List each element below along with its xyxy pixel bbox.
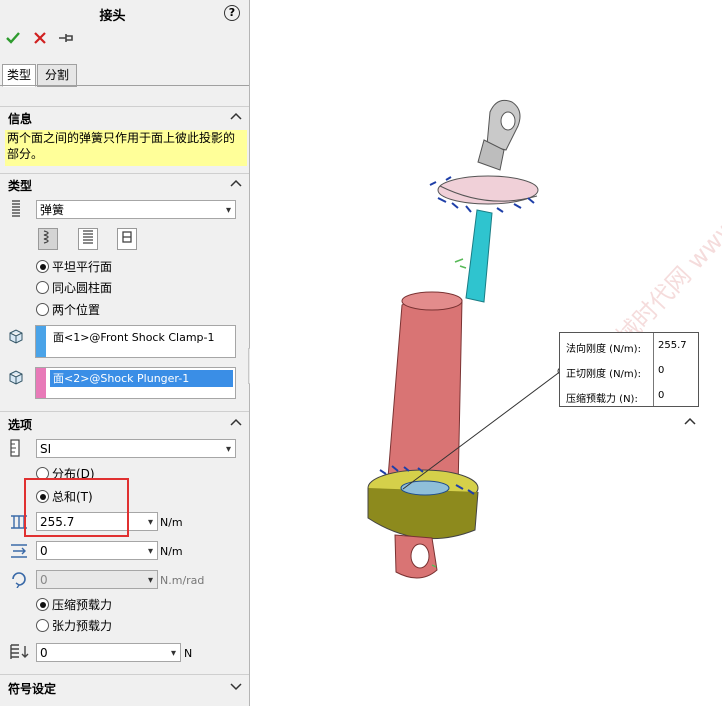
face2-color-bar bbox=[36, 368, 46, 398]
face-option-flat[interactable]: 平坦平行面 bbox=[36, 258, 112, 275]
spring-extension-button[interactable] bbox=[78, 228, 98, 250]
preload-option-tension[interactable]: 张力预载力 bbox=[36, 617, 112, 634]
callout-value-tangential: 0 bbox=[658, 365, 665, 376]
spring-icon bbox=[43, 230, 49, 244]
rotational-stiffness-icon bbox=[9, 570, 29, 591]
tab-type[interactable]: 类型 bbox=[2, 64, 36, 87]
section-divider bbox=[0, 674, 249, 675]
highlight-annotation-box bbox=[24, 478, 129, 537]
chevron-down-icon: ▾ bbox=[147, 517, 153, 528]
chevron-down-icon: ▾ bbox=[147, 546, 153, 557]
chevron-down-icon: ▾ bbox=[225, 205, 231, 216]
preload-unit: N bbox=[184, 647, 193, 660]
normal-stiffness-unit: N/m bbox=[160, 516, 183, 529]
cancel-button[interactable] bbox=[34, 32, 46, 47]
callout-collapse-icon[interactable] bbox=[684, 414, 696, 428]
spring-callout-table: 法向刚度 (N/m): 255.7 正切刚度 (N/m): 0 压缩预载力 (N… bbox=[559, 332, 699, 407]
options-section-header: 选项 bbox=[8, 418, 33, 432]
collapse-type-icon[interactable] bbox=[230, 177, 242, 190]
face2-value[interactable]: 面<2>@Shock Plunger-1 bbox=[50, 370, 233, 387]
pin-button[interactable] bbox=[58, 31, 74, 48]
section-divider bbox=[0, 411, 249, 412]
callout-label-tangential: 正切刚度 (N/m): bbox=[566, 369, 641, 380]
top-eyelet bbox=[477, 99, 521, 171]
face-cube-icon bbox=[8, 328, 24, 347]
callout-value-preload: 0 bbox=[658, 390, 665, 401]
spring-compression-button[interactable] bbox=[38, 228, 58, 250]
section-divider bbox=[0, 173, 249, 174]
radio-button[interactable] bbox=[36, 619, 49, 632]
rotational-stiffness-value: 0 bbox=[40, 573, 48, 587]
face1-color-bar bbox=[36, 326, 46, 357]
tangential-stiffness-icon bbox=[9, 542, 29, 563]
tangential-stiffness-unit: N/m bbox=[160, 545, 183, 558]
rotational-stiffness-input[interactable]: 0 ▾ bbox=[36, 570, 158, 589]
preload-option-compression[interactable]: 压缩预载力 bbox=[36, 596, 112, 613]
close-icon bbox=[34, 32, 46, 44]
callout-label-preload: 压缩预载力 (N): bbox=[566, 394, 638, 405]
radio-button[interactable] bbox=[36, 598, 49, 611]
section-divider bbox=[0, 106, 249, 107]
property-manager-panel: 接头 ? 类型 分割 信息 两个面之间的弹簧只作用于面上彼此投影的部分。 类型 … bbox=[0, 0, 250, 706]
rotational-stiffness-unit: N.m/rad bbox=[160, 574, 205, 587]
collapse-info-icon[interactable] bbox=[230, 110, 242, 123]
ok-button[interactable] bbox=[6, 31, 20, 48]
spring-type-icon bbox=[9, 200, 23, 221]
unit-system-value: SI bbox=[40, 442, 52, 456]
spring-torsion-icon bbox=[122, 231, 132, 243]
face-option-two-locations[interactable]: 两个位置 bbox=[36, 301, 100, 318]
tab-split[interactable]: 分割 bbox=[37, 64, 77, 87]
callout-label-normal: 法向刚度 (N/m): bbox=[566, 344, 641, 355]
type-section-header: 类型 bbox=[8, 179, 33, 193]
units-icon bbox=[10, 439, 20, 460]
preload-input[interactable]: 0 ▾ bbox=[36, 643, 181, 662]
chevron-down-icon: ▾ bbox=[170, 648, 176, 659]
spring-torsion-button[interactable] bbox=[117, 228, 137, 250]
connector-type-value: 弹簧 bbox=[40, 203, 65, 217]
info-message: 两个面之间的弹簧只作用于面上彼此投影的部分。 bbox=[5, 130, 247, 166]
connector-type-select[interactable]: 弹簧 ▾ bbox=[36, 200, 236, 219]
radio-button[interactable] bbox=[36, 303, 49, 316]
face-option-flat-label: 平坦平行面 bbox=[52, 260, 113, 274]
face-cube-icon bbox=[8, 369, 24, 388]
preload-value: 0 bbox=[40, 646, 48, 660]
preload-icon bbox=[9, 643, 31, 664]
pushpin-icon bbox=[59, 34, 73, 42]
preload-option-tension-label: 张力预载力 bbox=[52, 619, 113, 633]
panel-title: 接头 bbox=[99, 9, 126, 24]
chevron-down-icon: ▾ bbox=[225, 444, 231, 455]
face-option-two-locations-label: 两个位置 bbox=[52, 303, 101, 317]
tangential-stiffness-value: 0 bbox=[40, 544, 48, 558]
face1-value: 面<1>@Front Shock Clamp-1 bbox=[53, 331, 215, 344]
face2-selection-box[interactable]: 面<2>@Shock Plunger-1 bbox=[35, 367, 236, 399]
tangential-stiffness-input[interactable]: 0 ▾ bbox=[36, 541, 158, 560]
info-section-header: 信息 bbox=[8, 112, 33, 126]
callout-value-normal: 255.7 bbox=[658, 340, 687, 351]
unit-system-select[interactable]: SI ▾ bbox=[36, 439, 236, 458]
expand-symbol-icon[interactable] bbox=[230, 681, 242, 694]
radio-button[interactable] bbox=[36, 281, 49, 294]
symbol-section-header: 符号设定 bbox=[8, 682, 57, 696]
collapse-options-icon[interactable] bbox=[230, 416, 242, 429]
help-icon[interactable]: ? bbox=[224, 5, 240, 21]
tab-divider bbox=[0, 85, 249, 86]
spring-coil-icon bbox=[83, 230, 93, 244]
face-option-concentric[interactable]: 同心圆柱面 bbox=[36, 279, 112, 296]
checkmark-icon bbox=[6, 32, 20, 44]
callout-divider bbox=[653, 333, 654, 406]
radio-button[interactable] bbox=[36, 260, 49, 273]
chevron-down-icon: ▾ bbox=[147, 575, 153, 586]
face1-selection-box[interactable]: 面<1>@Front Shock Clamp-1 bbox=[35, 325, 236, 358]
face-option-concentric-label: 同心圆柱面 bbox=[52, 281, 113, 295]
preload-option-compression-label: 压缩预载力 bbox=[52, 598, 113, 612]
